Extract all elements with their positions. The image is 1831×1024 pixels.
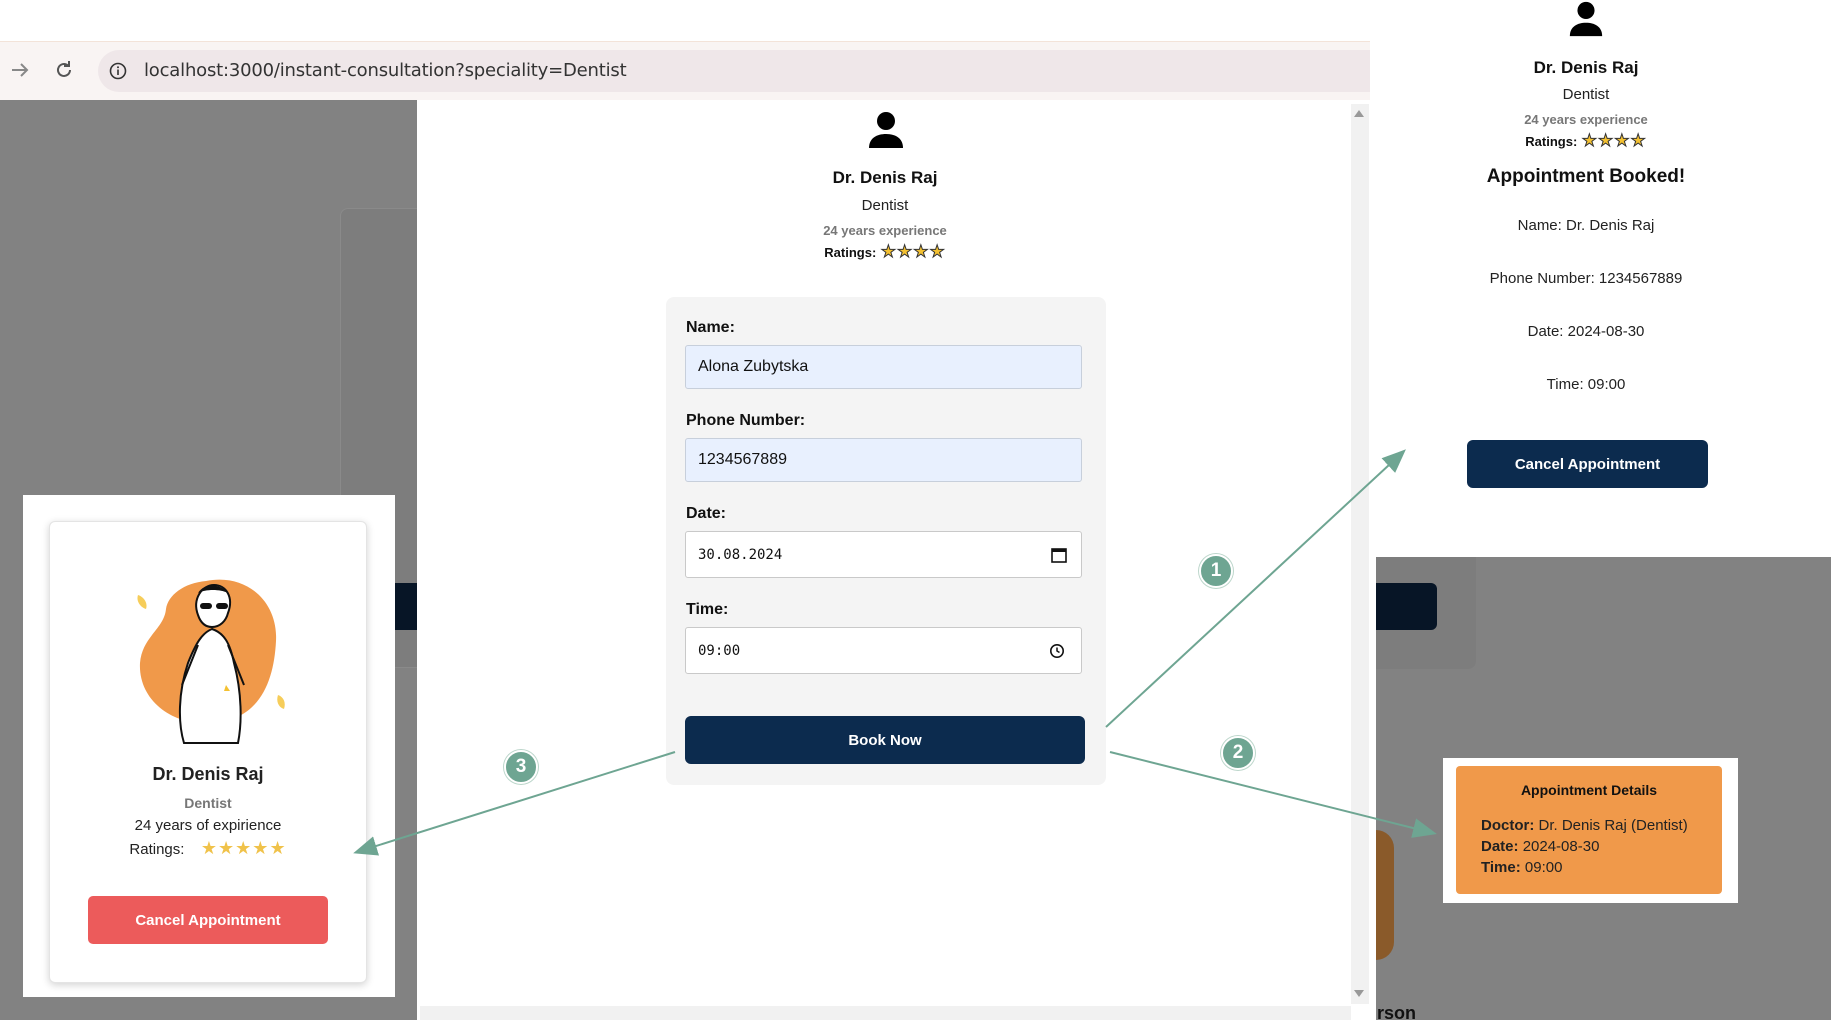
arrow-2 bbox=[1109, 751, 1437, 838]
step-2-badge: 2 bbox=[1221, 736, 1255, 770]
arrow-1 bbox=[1105, 449, 1406, 728]
step-1-badge: 1 bbox=[1199, 554, 1233, 588]
step-3-badge: 3 bbox=[504, 750, 538, 784]
annotation-arrows bbox=[353, 449, 1437, 856]
